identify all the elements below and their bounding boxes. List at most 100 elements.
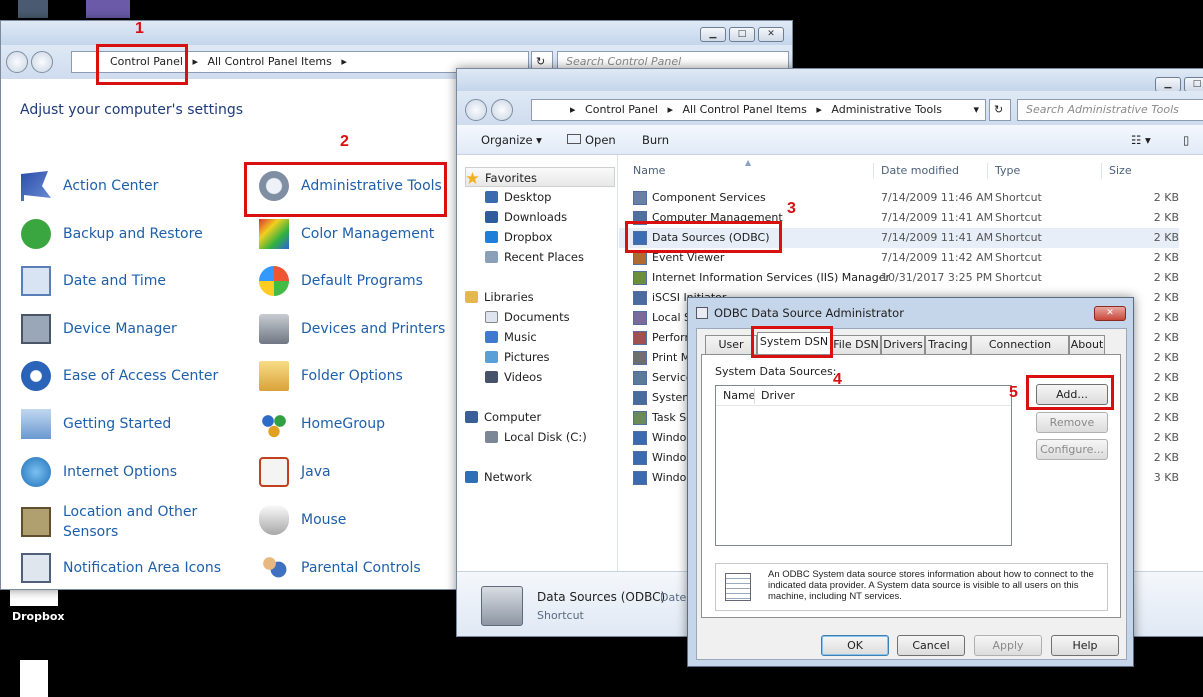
info-text: An ODBC System data source stores inform… [768,569,1094,602]
sort-arrow-icon: ▲ [745,158,752,167]
file-name: Windo [652,471,687,484]
shortcut-icon [633,451,647,465]
nav-downloads[interactable]: Downloads [465,207,615,227]
sensor-icon [21,507,51,537]
minimize-button[interactable]: ▁ [700,27,726,42]
breadcrumb-control-panel[interactable]: Control Panel [585,103,658,116]
burn-button[interactable]: Burn [642,125,669,155]
cp-item-color-management[interactable]: Color Management [259,214,434,254]
maximize-button[interactable]: □ [729,27,755,42]
file-row[interactable]: Component Services 7/14/2009 11:46 AM Shor… [619,188,1179,208]
cp-item-notification-icons[interactable]: Notification Area Icons [21,548,221,588]
tab-about[interactable]: About [1069,335,1105,355]
shortcut-icon [633,391,647,405]
ok-button[interactable]: OK [821,635,889,656]
file-row[interactable]: Internet Information Services (IIS) Mana… [619,268,1179,288]
column-name[interactable]: Name [633,159,665,183]
nav-pictures[interactable]: Pictures [465,347,615,367]
apply-button[interactable]: Apply [974,635,1042,656]
nav-music[interactable]: Music [465,327,615,347]
preview-pane-icon[interactable]: ▯ [1183,125,1189,155]
tab-file-dsn[interactable]: File DSN [831,335,881,355]
organize-button[interactable]: Organize ▾ [481,125,542,155]
file-name: Print M [652,351,691,364]
cancel-button[interactable]: Cancel [897,635,965,656]
pane-divider[interactable] [617,155,618,571]
list-column-name[interactable]: Name [723,386,755,406]
getting-started-icon [21,409,51,439]
open-button[interactable]: Open [567,125,616,155]
odbc-close-button[interactable]: ✕ [1094,306,1126,321]
explorer-forward-button[interactable] [491,99,513,121]
nav-videos[interactable]: Videos [465,367,615,387]
cp-item-devices-printers[interactable]: Devices and Printers [259,309,445,349]
disk-icon [485,431,498,443]
configure-button[interactable]: Configure... [1036,439,1108,460]
cp-item-parental-controls[interactable]: Parental Controls [259,548,421,588]
cp-item-location-sensors[interactable]: Location and Other Sensors [21,500,203,544]
cp-item-backup[interactable]: Backup and Restore [21,214,203,254]
nav-network[interactable]: Network [465,467,615,487]
forward-button[interactable] [31,51,53,73]
nav-favorites[interactable]: Favorites [465,167,615,187]
tab-drivers[interactable]: Drivers [881,335,925,355]
chevron-down-icon[interactable]: ▾ [973,100,979,120]
file-name: Windo [652,451,687,464]
desktop-icon-top-2[interactable] [86,0,130,18]
tab-user-dsn[interactable]: User DSN [705,335,757,369]
view-options-icon[interactable]: ☷ ▾ [1131,125,1151,155]
cp-item-date-time[interactable]: Date and Time [21,261,166,301]
nav-libraries[interactable]: Libraries [465,287,615,307]
desktop-icon-top[interactable] [18,0,48,18]
system-data-sources-list[interactable]: Name Driver [715,385,1012,546]
cp-item-getting-started[interactable]: Getting Started [21,404,171,444]
nav-dropbox[interactable]: Dropbox [465,227,615,247]
shortcut-icon [633,351,647,365]
shortcut-icon [633,251,647,265]
help-button[interactable]: Help [1051,635,1119,656]
cp-item-java[interactable]: Java [259,452,331,492]
cp-item-folder-options[interactable]: Folder Options [259,356,403,396]
file-type: Shortcut [995,251,1042,264]
cp-item-homegroup[interactable]: HomeGroup [259,404,385,444]
explorer-maximize-button[interactable]: □ [1184,77,1203,92]
list-column-driver[interactable]: Driver [761,386,795,406]
explorer-refresh-button[interactable]: ↻ [989,99,1011,121]
nav-local-disk[interactable]: Local Disk (C:) [465,427,615,447]
breadcrumb-all-items[interactable]: All Control Panel Items [683,103,807,116]
explorer-breadcrumb[interactable]: ▸ Control Panel ▸ All Control Panel Item… [531,99,986,121]
cp-item-mouse[interactable]: Mouse [259,500,346,540]
breadcrumb-all-items[interactable]: All Control Panel Items [207,55,331,68]
explorer-back-button[interactable] [465,99,487,121]
nav-recent-places[interactable]: Recent Places [465,247,615,267]
cp-item-action-center[interactable]: Action Center [21,166,158,206]
column-type[interactable]: Type [995,159,1020,183]
annotation-box-3 [625,221,782,253]
explorer-search-input[interactable]: Search Administrative Tools [1017,99,1203,121]
remove-button[interactable]: Remove [1036,412,1108,433]
back-button[interactable] [6,51,28,73]
explorer-address-bar: ▸ Control Panel ▸ All Control Panel Item… [457,91,1203,125]
explorer-minimize-button[interactable]: ▁ [1155,77,1181,92]
system-data-sources-label: System Data Sources: [715,365,837,378]
file-type: Shortcut [995,271,1042,284]
tab-tracing[interactable]: Tracing [925,335,971,355]
cp-item-device-manager[interactable]: Device Manager [21,309,177,349]
close-button[interactable]: ✕ [758,27,784,42]
column-size[interactable]: Size [1109,159,1132,183]
file-type: Shortcut [995,211,1042,224]
nav-desktop[interactable]: Desktop [465,187,615,207]
mouse-icon [259,505,289,535]
cp-item-internet-options[interactable]: Internet Options [21,452,177,492]
tab-connection-pooling[interactable]: Connection Pooling [971,335,1069,369]
videos-icon [485,371,498,383]
nav-documents[interactable]: Documents [465,307,615,327]
cp-item-ease-access[interactable]: Ease of Access Center [21,356,218,396]
cp-item-default-programs[interactable]: Default Programs [259,261,423,301]
column-date-modified[interactable]: Date modified [881,159,959,183]
flag-icon [21,171,51,201]
annotation-number-3: 3 [787,200,796,217]
file-desktop-icon[interactable] [20,660,48,697]
nav-computer[interactable]: Computer [465,407,615,427]
breadcrumb-admin-tools[interactable]: Administrative Tools [831,103,942,116]
